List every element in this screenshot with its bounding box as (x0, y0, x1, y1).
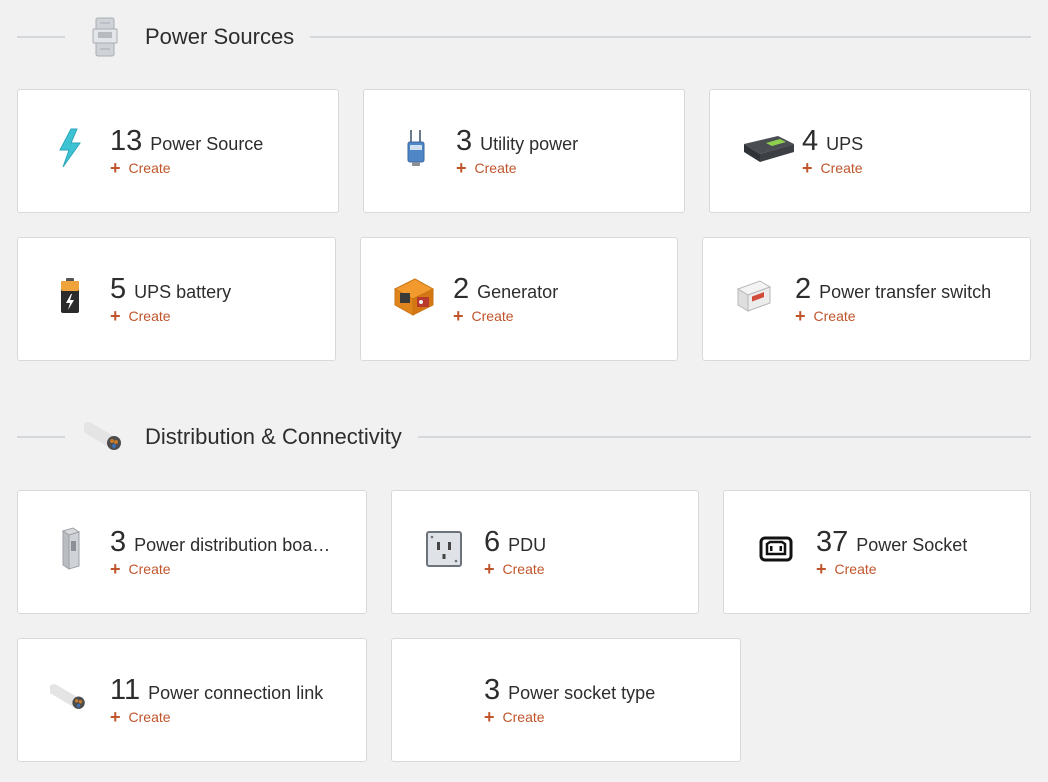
power-meter-icon (83, 14, 127, 60)
create-button[interactable]: + Create (795, 306, 856, 326)
section-title: Distribution & Connectivity (145, 424, 402, 449)
item-count: 3 (110, 526, 127, 558)
create-label: Create (820, 160, 863, 176)
create-label: Create (128, 308, 171, 324)
card-power-transfer-switch[interactable]: 2 Power transfer switch + Create (702, 237, 1031, 361)
lightning-icon (50, 126, 90, 170)
item-count: 2 (795, 273, 812, 305)
card-ups-battery[interactable]: 5 UPS battery + Create (17, 237, 336, 361)
create-label: Create (128, 709, 171, 725)
section-divider-right (417, 436, 1031, 438)
card-utility-power[interactable]: 3 Utility power + Create (363, 89, 685, 213)
cable-icon (50, 675, 90, 719)
section-header-distribution: Distribution & Connectivity (17, 412, 1031, 462)
plus-icon: + (816, 559, 827, 579)
section-divider-left (17, 436, 65, 438)
section-title: Power Sources (145, 24, 295, 49)
item-name[interactable]: UPS battery (134, 282, 231, 303)
plus-icon: + (453, 306, 464, 326)
item-count: 13 (110, 125, 143, 157)
create-button[interactable]: + Create (110, 306, 171, 326)
item-count: 6 (484, 526, 501, 558)
plus-icon: + (110, 158, 121, 178)
plus-icon: + (110, 559, 121, 579)
create-button[interactable]: + Create (484, 707, 545, 727)
item-count: 37 (816, 526, 849, 558)
cable-icon (83, 414, 127, 460)
create-label: Create (813, 308, 856, 324)
card-power-distribution-board[interactable]: 3 Power distribution boa… + Create (17, 490, 367, 614)
create-label: Create (471, 308, 514, 324)
create-button[interactable]: + Create (816, 559, 877, 579)
plus-icon: + (456, 158, 467, 178)
item-count: 2 (453, 273, 470, 305)
pdu-outlet-icon (424, 527, 464, 571)
section-divider-right (310, 36, 1031, 38)
item-count: 5 (110, 273, 127, 305)
item-name[interactable]: Power distribution boa… (134, 535, 330, 556)
create-button[interactable]: + Create (110, 158, 171, 178)
item-name[interactable]: UPS (826, 134, 863, 155)
card-generator[interactable]: 2 Generator + Create (360, 237, 678, 361)
transfer-switch-icon (733, 274, 773, 318)
item-name[interactable]: Power socket type (508, 683, 655, 704)
battery-icon (50, 274, 90, 318)
create-label: Create (834, 561, 877, 577)
section-header-power-sources: Power Sources (17, 12, 1031, 62)
plus-icon: + (110, 707, 121, 727)
plus-icon: + (484, 707, 495, 727)
create-button[interactable]: + Create (802, 158, 863, 178)
power-socket-icon (756, 527, 796, 571)
utility-pole-icon (396, 126, 436, 170)
card-power-source[interactable]: 13 Power Source + Create (17, 89, 339, 213)
item-name[interactable]: Power Source (150, 134, 263, 155)
plus-icon: + (110, 306, 121, 326)
item-count: 11 (110, 674, 141, 706)
create-button[interactable]: + Create (110, 707, 171, 727)
generator-icon (391, 274, 437, 318)
item-count: 3 (456, 125, 473, 157)
create-button[interactable]: + Create (110, 559, 171, 579)
section-divider-left (17, 36, 65, 38)
page: Power Sources 13 Power Source + Create 3… (0, 0, 1048, 782)
item-count: 3 (484, 674, 501, 706)
distribution-board-icon (50, 527, 90, 571)
item-name[interactable]: Power transfer switch (819, 282, 991, 303)
item-name[interactable]: Utility power (480, 134, 578, 155)
card-power-socket-type[interactable]: 3 Power socket type + Create (391, 638, 741, 762)
item-count: 4 (802, 125, 819, 157)
item-name[interactable]: PDU (508, 535, 546, 556)
plus-icon: + (795, 306, 806, 326)
card-ups[interactable]: 4 UPS + Create (709, 89, 1031, 213)
item-name[interactable]: Generator (477, 282, 558, 303)
card-power-socket[interactable]: 37 Power Socket + Create (723, 490, 1031, 614)
create-button[interactable]: + Create (453, 306, 514, 326)
card-power-connection-link[interactable]: 11 Power connection link + Create (17, 638, 367, 762)
plus-icon: + (802, 158, 813, 178)
create-label: Create (502, 709, 545, 725)
item-name[interactable]: Power Socket (856, 535, 967, 556)
item-name[interactable]: Power connection link (148, 683, 323, 704)
create-label: Create (128, 160, 171, 176)
plus-icon: + (484, 559, 495, 579)
create-label: Create (502, 561, 545, 577)
ups-icon (740, 126, 796, 170)
create-button[interactable]: + Create (456, 158, 517, 178)
create-label: Create (128, 561, 171, 577)
create-label: Create (474, 160, 517, 176)
card-pdu[interactable]: 6 PDU + Create (391, 490, 699, 614)
create-button[interactable]: + Create (484, 559, 545, 579)
